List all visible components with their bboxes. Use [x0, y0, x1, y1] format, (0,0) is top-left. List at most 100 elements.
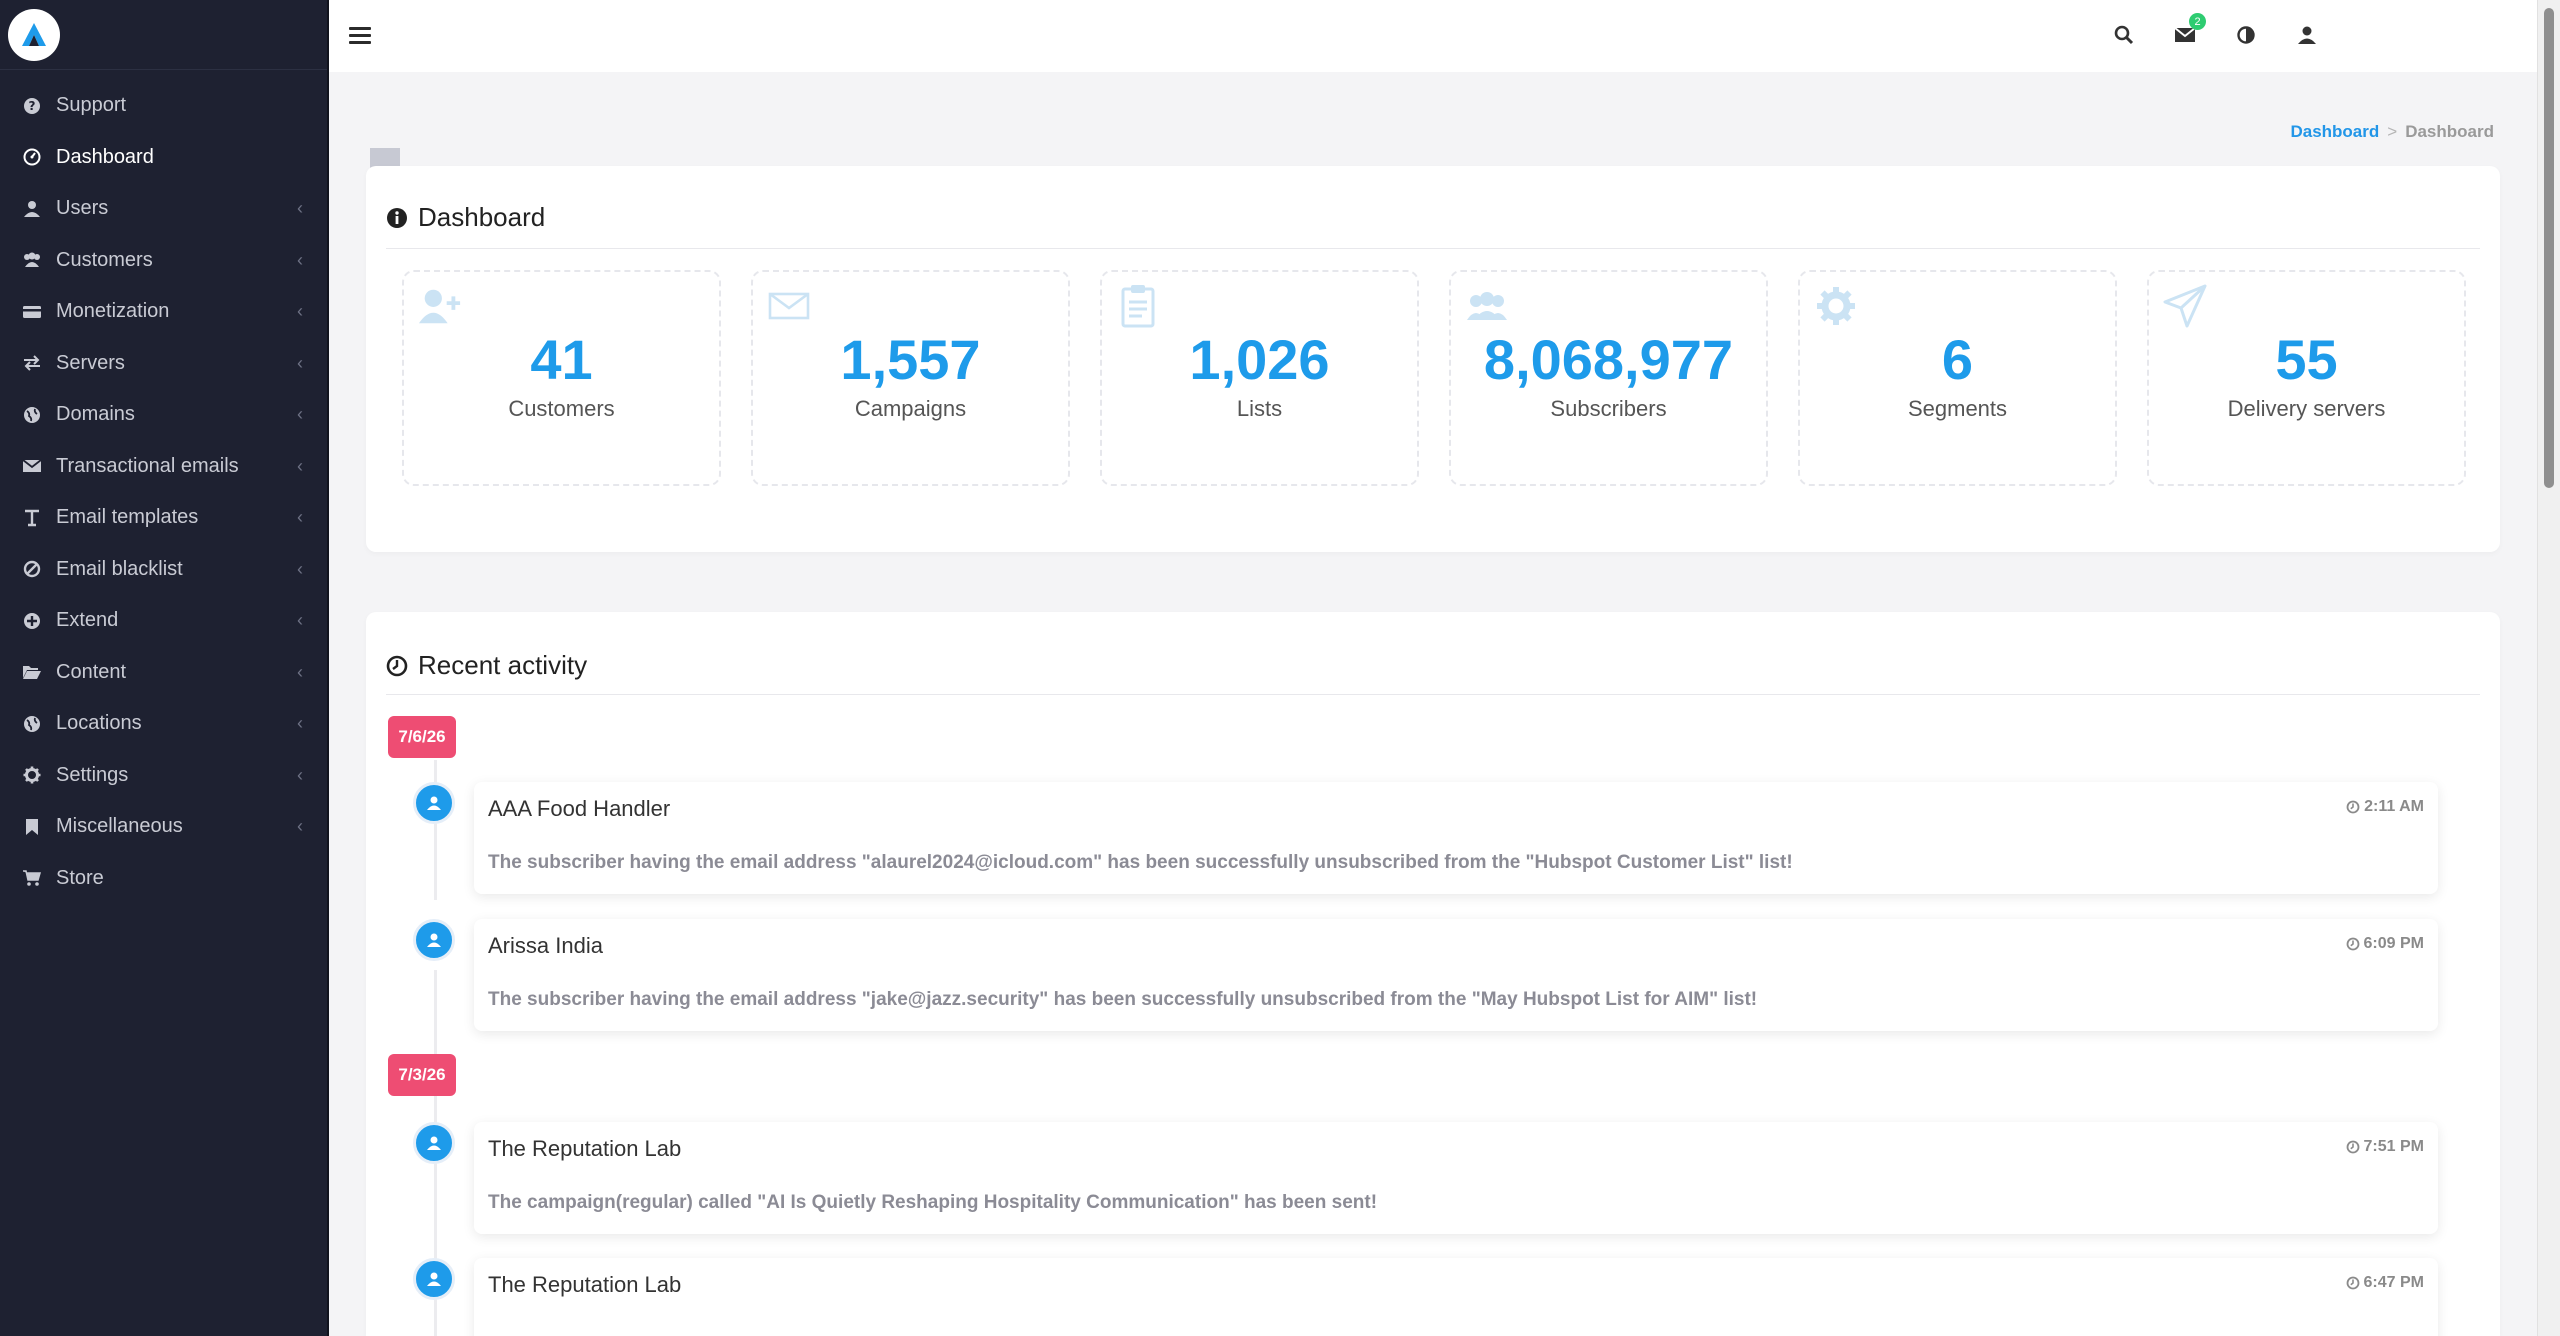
stat-label: Lists [1236, 396, 1283, 421]
cart-icon [21, 867, 43, 889]
user-avatar-icon [413, 1258, 455, 1300]
chevron-left-icon: ‹ [297, 816, 303, 837]
sidebar-item-transactional-emails[interactable]: Transactional emails ‹ [0, 441, 327, 493]
sidebar-item-domains[interactable]: Domains ‹ [0, 389, 327, 441]
chevron-left-icon: ‹ [297, 661, 303, 682]
activity-time: 7:51 PM [2346, 1138, 2424, 1156]
scrollbar-thumb[interactable] [2544, 8, 2554, 488]
messages-button[interactable]: 2 [2172, 13, 2206, 48]
globe-icon [21, 713, 43, 735]
chevron-left-icon: ‹ [297, 610, 303, 631]
sidebar-item-locations[interactable]: Locations ‹ [0, 698, 327, 750]
sidebar-item-label: Domains [56, 403, 135, 426]
sidebar-item-label: Servers [56, 351, 125, 374]
stat-value: 6 [1941, 328, 1974, 391]
sidebar-item-label: Miscellaneous [56, 815, 183, 838]
sidebar-item-email-blacklist[interactable]: Email blacklist ‹ [0, 544, 327, 596]
sidebar-item-servers[interactable]: Servers ‹ [0, 338, 327, 390]
sidebar-item-users[interactable]: Users ‹ [0, 183, 327, 235]
user-icon [21, 198, 43, 220]
activity-item[interactable]: The Reputation Lab 7:51 PM The campaign(… [474, 1122, 2438, 1234]
user-avatar-icon [413, 1122, 455, 1164]
sidebar-item-label: Support [56, 94, 127, 117]
activity-message: The subscriber having the email address … [488, 989, 1758, 1010]
stat-card-campaigns[interactable]: 1,557 Campaigns [751, 270, 1070, 486]
stat-card-customers[interactable]: 41 Customers [402, 270, 721, 486]
activity-customer-name: The Reputation Lab [488, 1272, 682, 1297]
sidebar-item-store[interactable]: Store [0, 853, 327, 905]
user-account-icon[interactable] [2294, 22, 2320, 48]
stat-value: 8,068,977 [1483, 328, 1734, 391]
activity-time-text: 6:47 PM [2363, 1274, 2424, 1291]
app-logo[interactable] [8, 8, 60, 61]
question-circle-icon: ? [21, 95, 43, 117]
activity-message: The campaign(regular) called "AI Is Quie… [488, 1192, 1378, 1213]
chevron-left-icon: ‹ [297, 558, 303, 579]
stat-label: Campaigns [854, 396, 967, 421]
user-avatar-icon [413, 782, 455, 824]
user-avatar-icon [413, 919, 455, 961]
clock-icon [386, 655, 408, 677]
activity-item[interactable]: Arissa India 6:09 PM The subscriber havi… [474, 919, 2438, 1031]
sidebar-item-extend[interactable]: Extend ‹ [0, 595, 327, 647]
bookmark-icon [21, 816, 43, 838]
sidebar-item-content[interactable]: Content ‹ [0, 647, 327, 699]
envelope-icon [767, 284, 811, 328]
breadcrumb: Dashboard > Dashboard [2290, 122, 2494, 142]
folder-open-icon [21, 661, 43, 683]
sidebar-menu: ? Support Dashboard Users ‹ Customers ‹ … [0, 70, 327, 904]
page-scrollbar[interactable] [2537, 0, 2560, 1336]
svg-text:?: ? [29, 99, 36, 113]
activity-customer-name: The Reputation Lab [488, 1136, 682, 1161]
stat-label: Customers [508, 396, 615, 421]
stat-card-lists[interactable]: 1,026 Lists [1100, 270, 1419, 486]
divider [386, 694, 2480, 695]
stat-card-segments[interactable]: 6 Segments [1798, 270, 2117, 486]
chevron-left-icon: ‹ [297, 249, 303, 270]
sidebar-item-dashboard[interactable]: Dashboard [0, 132, 327, 184]
activity-time-text: 2:11 AM [2364, 798, 2424, 815]
stat-value: 1,026 [1189, 328, 1330, 391]
stats-row: 41 Customers 1,557 Campaigns 1,026 Lists… [402, 270, 2466, 486]
activity-item[interactable]: AAA Food Handler 2:11 AM The subscriber … [474, 782, 2438, 894]
envelope-icon [21, 455, 43, 477]
credit-card-icon [21, 301, 43, 323]
sidebar-item-miscellaneous[interactable]: Miscellaneous ‹ [0, 801, 327, 853]
users-icon [1465, 284, 1509, 328]
activity-item[interactable]: The Reputation Lab 6:47 PM [474, 1258, 2438, 1336]
sidebar-item-label: Monetization [56, 300, 170, 323]
menu-toggle-icon[interactable] [349, 22, 371, 48]
info-circle-icon [386, 207, 408, 229]
breadcrumb-separator: > [2387, 122, 2398, 141]
stat-card-subscribers[interactable]: 8,068,977 Subscribers [1449, 270, 1768, 486]
sidebar-item-email-templates[interactable]: Email templates ‹ [0, 492, 327, 544]
sidebar-item-label: Transactional emails [56, 454, 239, 477]
sidebar-item-label: Settings [56, 763, 129, 786]
users-icon [21, 249, 43, 271]
sidebar-item-settings[interactable]: Settings ‹ [0, 750, 327, 802]
breadcrumb-dashboard-link[interactable]: Dashboard [2290, 122, 2379, 142]
divider [386, 248, 2480, 249]
stat-value: 55 [2275, 328, 2338, 391]
theme-toggle-icon[interactable] [2233, 22, 2259, 48]
chevron-left-icon: ‹ [297, 352, 303, 373]
sidebar-item-customers[interactable]: Customers ‹ [0, 235, 327, 287]
stat-value: 1,557 [840, 328, 981, 391]
clock-icon [2346, 937, 2359, 951]
date-tag: 7/3/26 [388, 1054, 456, 1096]
sidebar-item-label: Email templates [56, 506, 199, 529]
activity-message: The subscriber having the email address … [488, 852, 1793, 873]
sidebar-item-monetization[interactable]: Monetization ‹ [0, 286, 327, 338]
dashboard-heading: Dashboard [386, 202, 545, 233]
stat-card-delivery-servers[interactable]: 55 Delivery servers [2147, 270, 2466, 486]
plus-circle-icon [21, 610, 43, 632]
chevron-left-icon: ‹ [297, 713, 303, 734]
sidebar-item-label: Locations [56, 712, 142, 735]
sidebar-item-label: Email blacklist [56, 557, 183, 580]
ban-icon [21, 558, 43, 580]
activity-time: 2:11 AM [2346, 798, 2424, 816]
topbar: 2 [329, 0, 2537, 72]
sidebar-item-support[interactable]: ? Support [0, 80, 327, 132]
search-icon[interactable] [2111, 22, 2137, 48]
paper-plane-icon [2163, 284, 2207, 328]
